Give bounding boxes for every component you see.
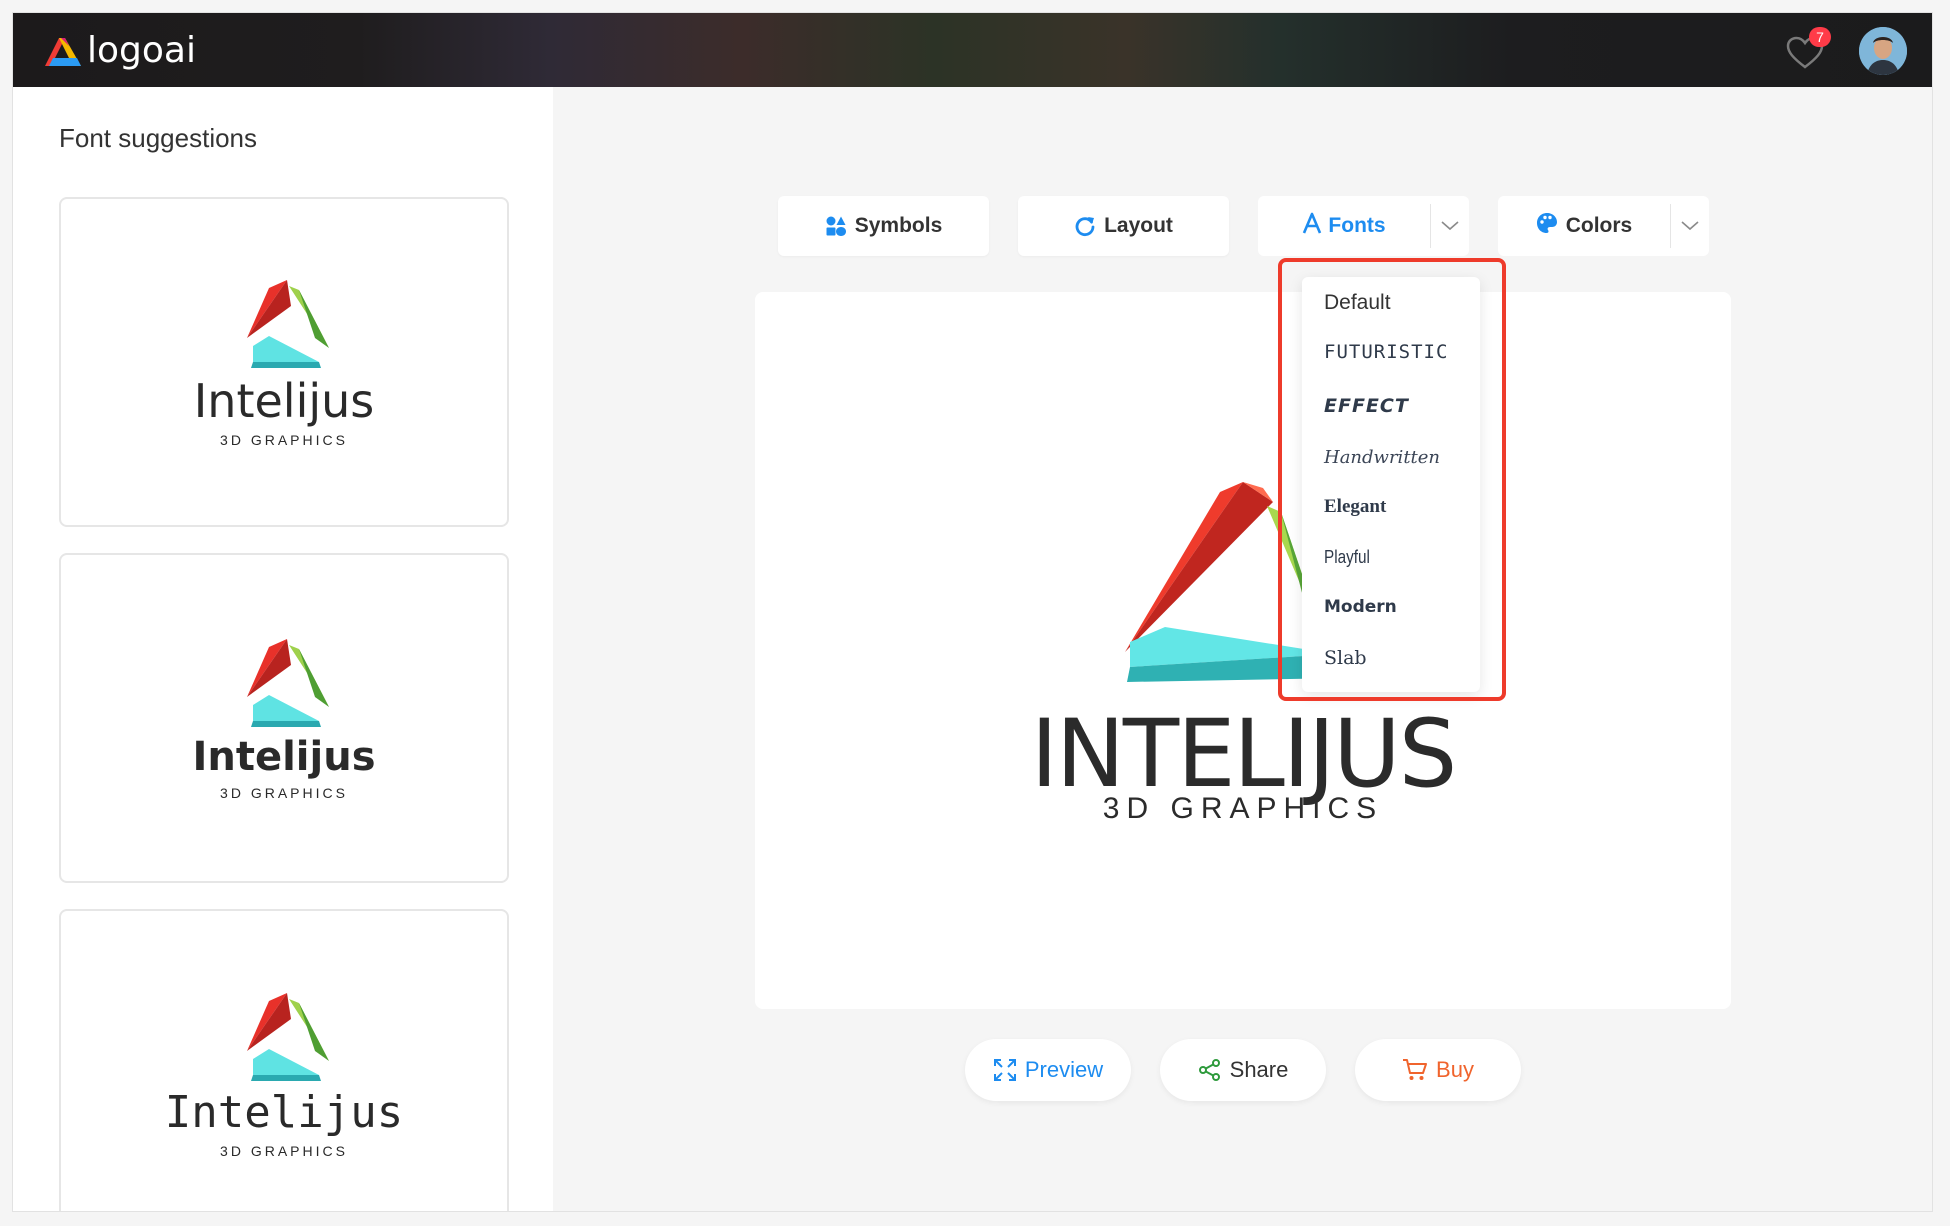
font-suggestion-card[interactable]: Intelijus 3D GRAPHICS bbox=[59, 553, 509, 883]
app-name: logoai bbox=[87, 29, 196, 71]
colors-button[interactable]: Colors bbox=[1498, 196, 1670, 256]
font-option-elegant[interactable]: Elegant bbox=[1324, 496, 1386, 518]
share-button[interactable]: Share bbox=[1160, 1039, 1326, 1101]
logo-preview-canvas: INTELIJUS 3D GRAPHICS bbox=[755, 292, 1731, 1009]
font-option-handwritten[interactable]: Handwritten bbox=[1324, 447, 1440, 468]
favorites-count-badge: 7 bbox=[1809, 27, 1831, 47]
triangle-logo-icon bbox=[247, 639, 329, 727]
symbols-button[interactable]: Symbols bbox=[778, 196, 989, 256]
font-option-modern[interactable]: Modern bbox=[1324, 597, 1397, 617]
preview-button[interactable]: Preview bbox=[965, 1039, 1131, 1101]
sidebar-title: Font suggestions bbox=[59, 123, 258, 153]
suggestion-brand-name: Intelijus bbox=[193, 374, 375, 428]
symbols-label: Symbols bbox=[854, 214, 943, 237]
user-avatar[interactable] bbox=[1859, 27, 1907, 75]
logoai-mark-icon bbox=[45, 38, 81, 66]
logoai-logo[interactable]: logoai bbox=[41, 27, 196, 73]
font-option-playful[interactable]: Playful bbox=[1324, 547, 1370, 568]
fonts-label: Fonts bbox=[1328, 214, 1386, 237]
suggestion-brand-name: Intelijus bbox=[164, 1087, 404, 1138]
symbols-icon bbox=[825, 215, 847, 237]
colors-dropdown-toggle[interactable] bbox=[1671, 196, 1709, 256]
buy-label: Buy bbox=[1436, 1057, 1474, 1082]
layout-button[interactable]: Layout bbox=[1018, 196, 1229, 256]
colors-label: Colors bbox=[1565, 214, 1633, 237]
font-option-effect[interactable]: EFFECT bbox=[1324, 395, 1409, 417]
expand-icon bbox=[993, 1058, 1017, 1082]
font-option-default[interactable]: Default bbox=[1324, 291, 1391, 315]
suggestion-tagline: 3D GRAPHICS bbox=[220, 785, 348, 801]
chevron-down-icon bbox=[1441, 221, 1459, 231]
font-option-futuristic[interactable]: FUTURISTIC bbox=[1324, 341, 1448, 363]
fonts-split-button: Fonts bbox=[1258, 196, 1469, 256]
preview-label: Preview bbox=[1024, 1057, 1104, 1082]
share-icon bbox=[1198, 1058, 1222, 1082]
colors-split-button: Colors bbox=[1498, 196, 1709, 256]
chevron-down-icon bbox=[1681, 221, 1699, 231]
suggestion-tagline: 3D GRAPHICS bbox=[220, 1143, 348, 1159]
suggestion-tagline: 3D GRAPHICS bbox=[220, 432, 348, 448]
font-suggestion-card[interactable]: Intelijus 3D GRAPHICS bbox=[59, 197, 509, 527]
palette-icon bbox=[1536, 212, 1558, 240]
cart-icon bbox=[1402, 1058, 1428, 1082]
fonts-dropdown-menu: Default FUTURISTIC EFFECT Handwritten El… bbox=[1302, 277, 1480, 692]
font-suggestion-card[interactable]: Intelijus 3D GRAPHICS bbox=[59, 909, 509, 1211]
fonts-dropdown-toggle[interactable] bbox=[1431, 196, 1469, 256]
font-letter-icon bbox=[1302, 212, 1322, 240]
app-window: logoai 7 Font suggestions Intelijus 3D G… bbox=[12, 12, 1933, 1212]
buy-button[interactable]: Buy bbox=[1355, 1039, 1521, 1101]
triangle-logo-icon bbox=[247, 993, 329, 1081]
layout-label: Layout bbox=[1104, 214, 1173, 237]
font-suggestions-sidebar: Font suggestions Intelijus 3D GRAPHICS I… bbox=[13, 87, 553, 1211]
triangle-logo-icon bbox=[247, 280, 329, 368]
fonts-button[interactable]: Fonts bbox=[1258, 196, 1430, 256]
logo-tagline: 3D GRAPHICS bbox=[1102, 792, 1384, 825]
share-label: Share bbox=[1229, 1057, 1289, 1082]
top-navigation-bar: logoai 7 bbox=[13, 13, 1932, 87]
suggestion-brand-name: Intelijus bbox=[192, 734, 376, 780]
refresh-icon bbox=[1074, 215, 1096, 237]
font-option-slab[interactable]: Slab bbox=[1324, 647, 1367, 669]
